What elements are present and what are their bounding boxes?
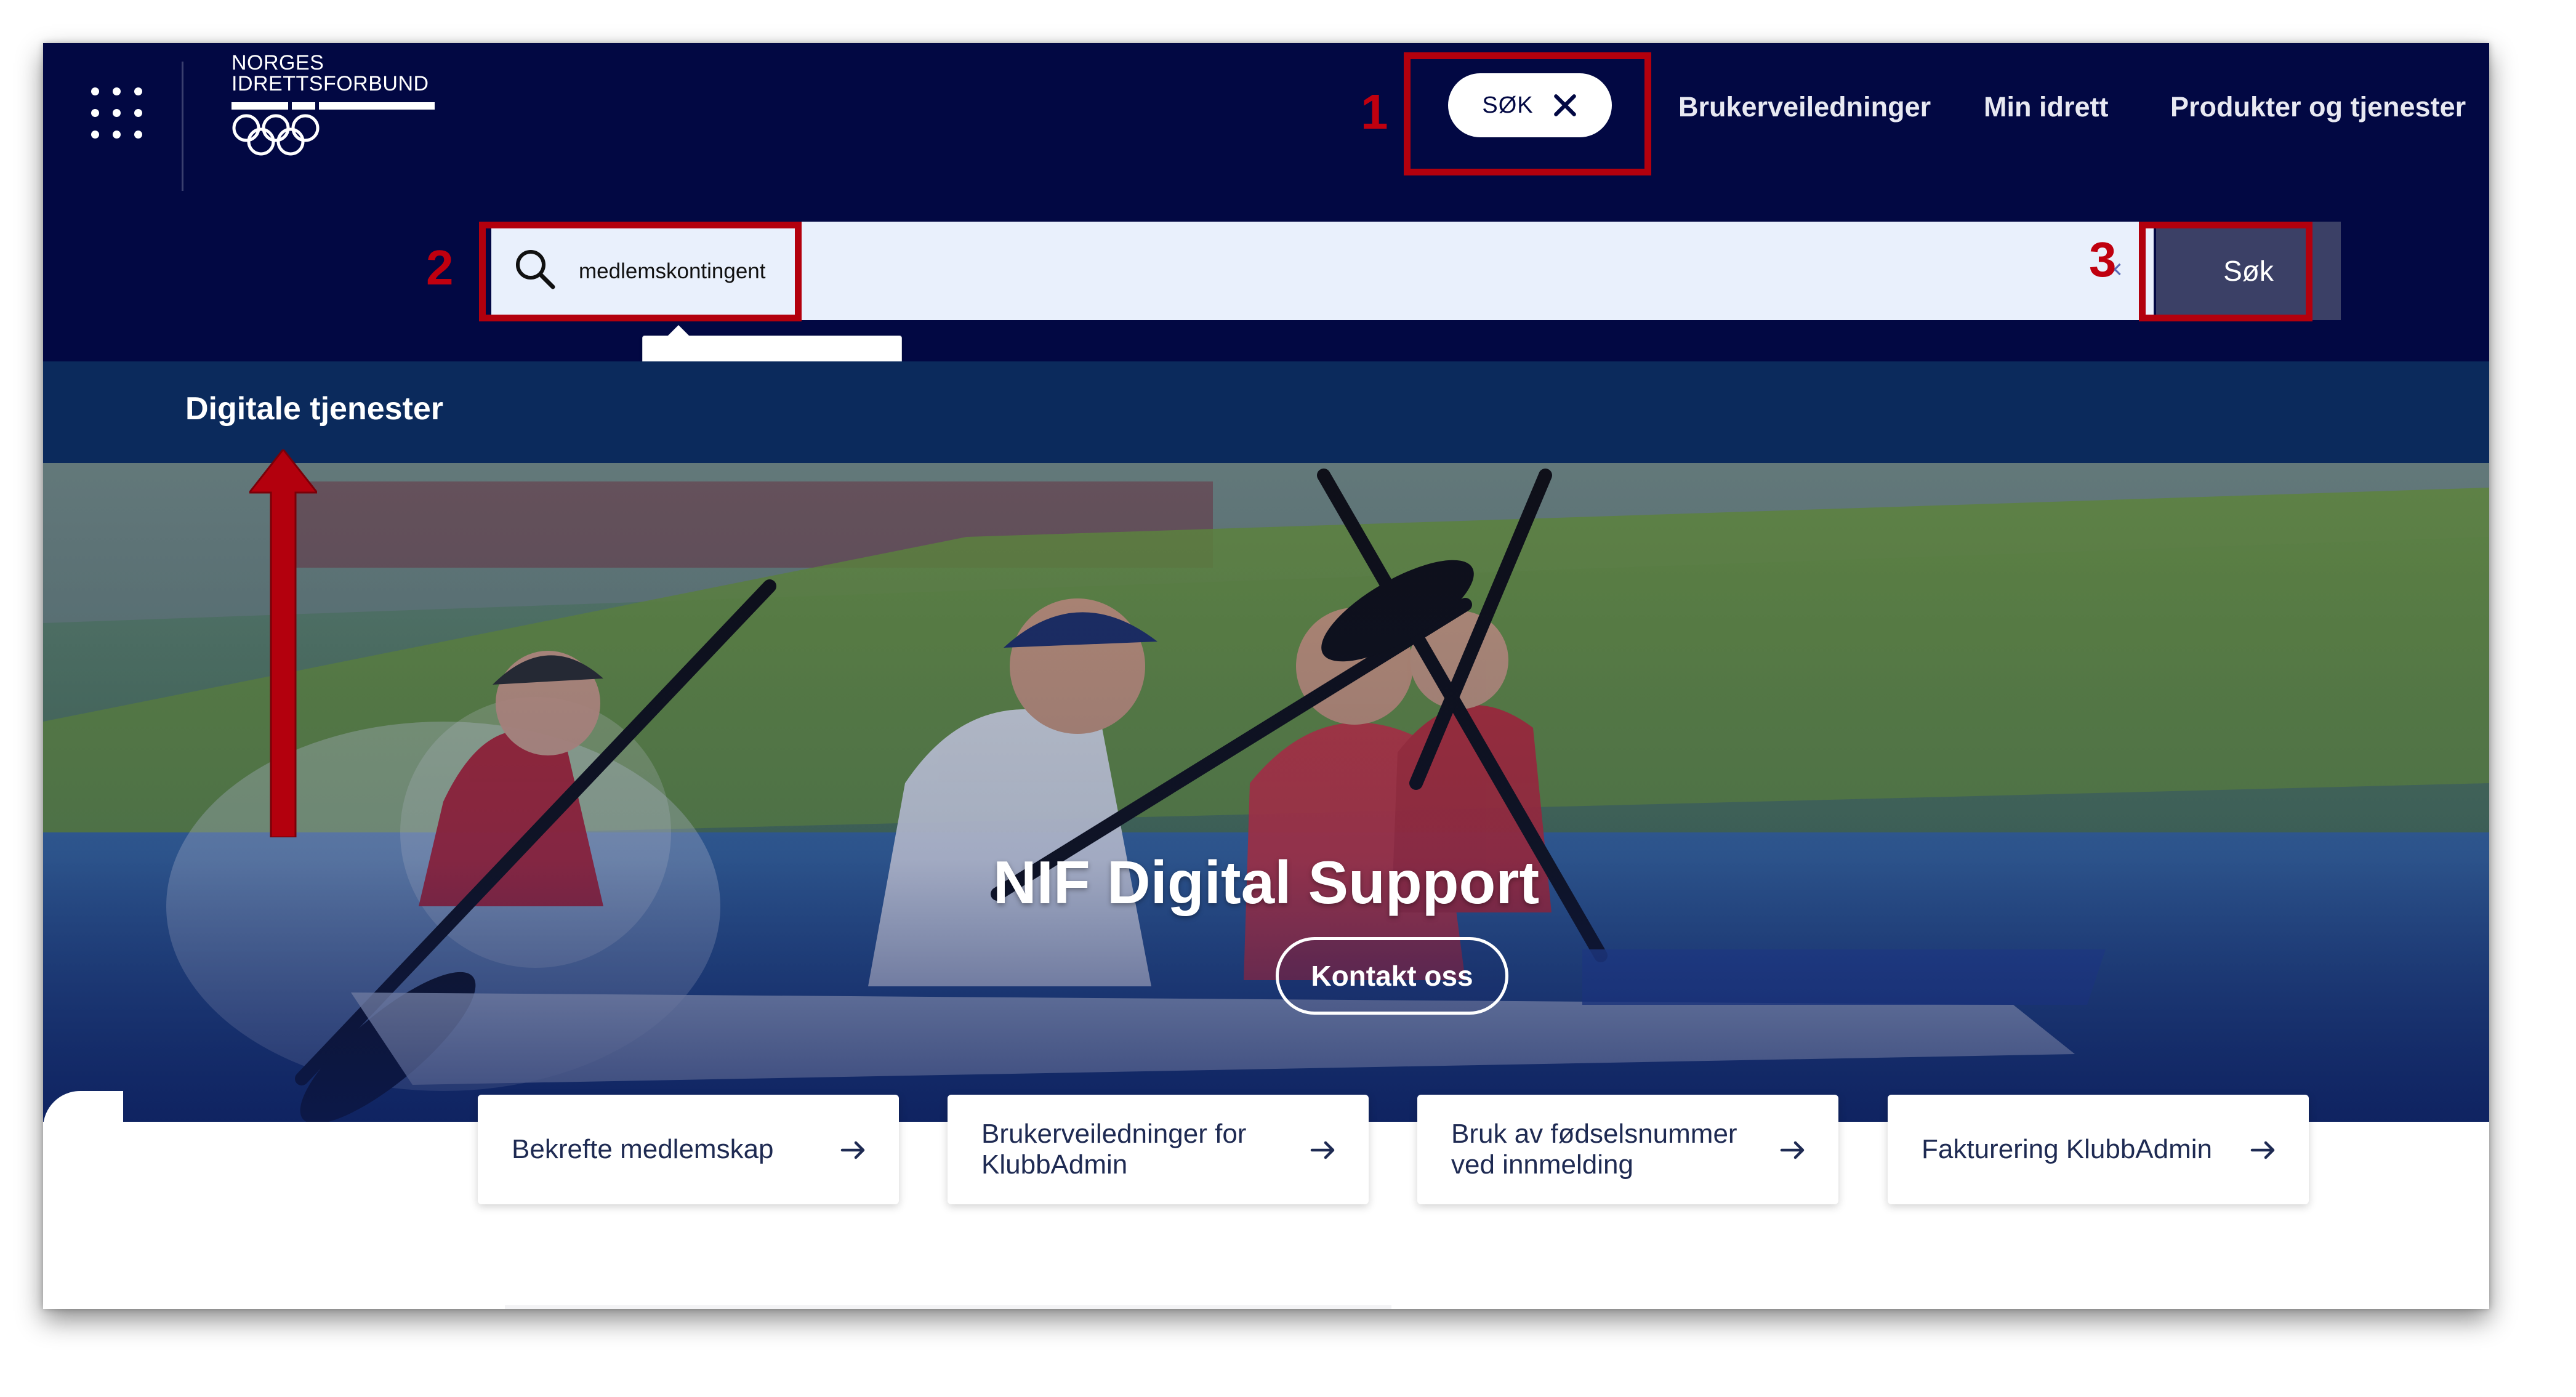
sub-navigation: Digitale tjenester <box>43 361 2489 463</box>
hero-title: NIF Digital Support <box>992 848 1540 916</box>
logo-text-line2: IDRETTSFORBUND <box>231 72 429 95</box>
annotation-number-3: 3 <box>2089 232 2117 287</box>
logo-divider <box>182 62 183 191</box>
annotation-box-2 <box>479 222 802 321</box>
card-fodselsnummer-innmelding[interactable]: Bruk av fødselsnummer ved innmelding <box>1417 1095 1838 1204</box>
card-label: Brukerveiledninger for KlubbAdmin <box>981 1119 1247 1180</box>
browser-page: NORGES IDRETTSFORBUND SØK Brukerveiledni… <box>43 43 2489 1309</box>
arrow-right-icon <box>1780 1141 1805 1159</box>
site-header: NORGES IDRETTSFORBUND SØK Brukerveiledni… <box>43 43 2489 408</box>
card-bekrefte-medlemskap[interactable]: Bekrefte medlemskap <box>478 1095 899 1204</box>
annotation-box-3 <box>2139 222 2312 321</box>
annotation-number-2: 2 <box>426 240 454 295</box>
nav-brukerveiledninger[interactable]: Brukerveiledninger <box>1678 91 1931 123</box>
arrow-right-icon <box>840 1141 865 1159</box>
annotation-arrow-up-icon <box>249 449 317 837</box>
arrow-right-icon <box>2250 1141 2275 1159</box>
divider <box>505 1305 1391 1309</box>
olympic-rings-icon <box>232 114 320 156</box>
annotation-box-1 <box>1404 52 1651 175</box>
nif-logo[interactable]: NORGES IDRETTSFORBUND <box>231 51 441 201</box>
card-label: Fakturering KlubbAdmin <box>1922 1134 2213 1164</box>
logo-text-line1: NORGES <box>231 51 324 74</box>
card-label: Bekrefte medlemskap <box>512 1134 774 1164</box>
logo-flag-bar <box>231 102 435 110</box>
card-fakturering-klubbadmin[interactable]: Fakturering KlubbAdmin <box>1888 1095 2309 1204</box>
arrow-right-icon <box>1310 1141 1335 1159</box>
hero-banner: NIF Digital Support Kontakt oss <box>43 463 2489 1122</box>
card-label: Bruk av fødselsnummer ved innmelding <box>1451 1119 1737 1180</box>
card-brukerveiledninger-klubbadmin[interactable]: Brukerveiledninger for KlubbAdmin <box>948 1095 1369 1204</box>
nav-produkter-og-tjenester[interactable]: Produkter og tjenester <box>2170 91 2466 123</box>
contact-us-button[interactable]: Kontakt oss <box>1276 937 1508 1015</box>
nav-min-idrett[interactable]: Min idrett <box>1984 91 2108 123</box>
hero-photo-kayakers <box>43 463 2489 1122</box>
app-grid-icon[interactable] <box>91 87 143 139</box>
subnav-digitale-tjenester[interactable]: Digitale tjenester <box>185 390 443 427</box>
annotation-number-1: 1 <box>1361 84 1388 139</box>
